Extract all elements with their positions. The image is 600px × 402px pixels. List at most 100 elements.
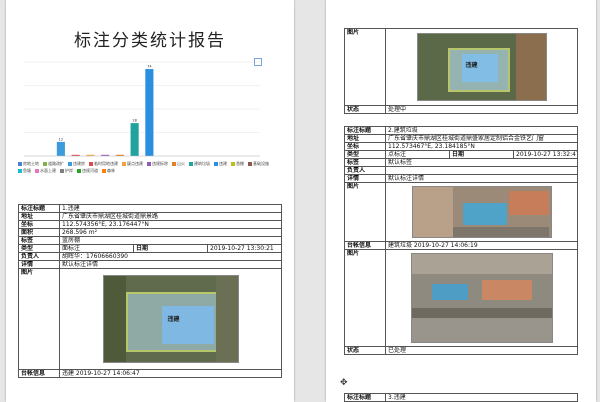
legend-item[interactable]: 水面上建: [35, 167, 56, 174]
chart-bar: [130, 123, 139, 156]
legend-label: 基础设施: [253, 161, 269, 166]
field-value: 胡晖华：17606660390: [59, 252, 282, 261]
ground-strip: [452, 227, 549, 237]
person-row: 负责人: [344, 166, 578, 175]
ground-strip: [411, 254, 552, 274]
field-key: 标注标题: [344, 126, 386, 135]
legend-item[interactable]: 房地土地: [18, 160, 39, 167]
field-key: 类型: [344, 150, 386, 159]
field-key: 图片: [344, 28, 386, 106]
legend-item[interactable]: 临时用地违建: [89, 160, 118, 167]
ground-strip: [411, 318, 552, 342]
legend-label: 违规河道: [82, 168, 98, 173]
field-value: [385, 166, 578, 175]
field-key: 详情: [344, 174, 386, 183]
legend-item[interactable]: 森林: [102, 167, 115, 174]
field-key: 台帐信息: [344, 241, 386, 250]
photo-row: 图片 违建: [344, 28, 578, 106]
legend-swatch: [18, 162, 22, 166]
field-row: 面积 268.596 m²: [18, 228, 282, 237]
legend-item[interactable]: 违规河道: [77, 167, 98, 174]
legend-swatch: [35, 169, 39, 173]
legend-item[interactable]: 护岸: [60, 167, 73, 174]
field-row: 坐标 112.574356°E, 23.176447°N: [18, 220, 282, 229]
bar-data-label: 28: [132, 119, 136, 123]
field-key: 状态: [344, 346, 386, 355]
legend-item[interactable]: 渔棚: [231, 160, 244, 167]
person-row: 负责人 胡晖华：17606660390: [18, 252, 282, 261]
marked-area: [161, 306, 214, 344]
legend-label: 山火: [177, 161, 185, 166]
field-value: 违建 2019-10-27 14:06:47: [59, 369, 282, 378]
aerial-photo: 违建: [416, 33, 547, 101]
field-row: 标注标题 2.建筑垃圾: [344, 126, 578, 135]
legend-item[interactable]: 鱼塘: [18, 167, 31, 174]
chart-legend: 房地土地 道路改扩 违建房 临时用地违建 疑点违建 违规拆除 山火 建筑垃圾 违建 渔棚 基础设施鱼…: [18, 160, 280, 182]
field-value: 2019-10-27 13:32:47: [513, 150, 578, 159]
legend-label: 建筑垃圾: [194, 161, 210, 166]
legend-label: 护岸: [65, 168, 73, 173]
field-value: 已处理: [385, 346, 578, 355]
status-row: 状态 处理中: [344, 105, 578, 114]
field-key: 图片: [18, 268, 60, 370]
legend-swatch: [172, 162, 176, 166]
legend-label: 疑点违建: [127, 161, 143, 166]
legend-label: 森林: [107, 168, 115, 173]
ground-strip: [215, 276, 238, 362]
blue-tarp: [462, 203, 507, 225]
legend-swatch: [248, 162, 252, 166]
legend-swatch: [18, 169, 22, 173]
ground-strip: [412, 187, 453, 237]
chart-bar: [145, 69, 154, 156]
type-row: 类型 点标注 日期 2019-10-27 13:32:47: [344, 150, 578, 159]
legend-item[interactable]: 山火: [172, 160, 185, 167]
legend-item[interactable]: 违规拆除: [147, 160, 168, 167]
legend-swatch: [89, 162, 93, 166]
field-key: 地址: [344, 134, 386, 143]
blue-tarp: [431, 284, 468, 300]
detail-row: 详情 默认标注详情: [344, 174, 578, 183]
chart-expand-icon[interactable]: [254, 58, 262, 66]
field-key: 面积: [18, 228, 60, 237]
legend-item[interactable]: 道路改扩: [43, 160, 64, 167]
ledger-row: 台帐信息 违建 2019-10-27 14:06:47: [18, 369, 282, 378]
photo-row: 图片: [344, 182, 578, 242]
photo-cell: [385, 249, 578, 347]
legend-item[interactable]: 基础设施: [248, 160, 269, 167]
field-key: 标注标题: [344, 393, 386, 402]
record-1-continued-table: 图片 违建 状态 处理中: [344, 28, 578, 114]
bar-data-label: 12: [59, 137, 63, 141]
field-value: 默认标注详情: [385, 174, 578, 183]
record-1-table: 标注标题 1.违建 地址 广东省肇庆市鼎湖区桂城街道鼎景路 坐标 112.574356°E…: [18, 204, 282, 378]
legend-item[interactable]: 违建: [214, 160, 227, 167]
field-key: 图片: [344, 249, 386, 347]
legend-item[interactable]: 建筑垃圾: [189, 160, 210, 167]
field-key: 台帐信息: [18, 369, 60, 378]
photo-row: 图片: [344, 249, 578, 347]
aerial-photo: 违建: [102, 275, 239, 363]
title-row: 标注标题 3.违建: [344, 393, 578, 402]
photo-label: 违建: [465, 62, 478, 69]
legend-label: 水面上建: [40, 168, 56, 173]
legend-swatch: [214, 162, 218, 166]
field-key: 坐标: [344, 142, 386, 151]
legend-label: 违规拆除: [152, 161, 168, 166]
field-key: 类型: [18, 244, 60, 253]
field-value: 2.建筑垃圾: [385, 126, 578, 135]
field-row: 标注标题 1.违建: [18, 204, 282, 213]
field-value: 3.违建: [385, 393, 578, 402]
field-key: 地址: [18, 212, 60, 221]
legend-item[interactable]: 疑点违建: [122, 160, 143, 167]
field-value: 广东省肇庆市鼎湖区桂城街道鼎盛家居定制铝合金铁艺门窗: [385, 134, 578, 143]
field-value: 面标注: [59, 244, 134, 253]
legend-item[interactable]: 违建房: [68, 160, 85, 167]
field-value: 2019-10-27 13:30:21: [207, 244, 282, 253]
legend-swatch: [189, 162, 193, 166]
ledger-row: 台帐信息 建筑垃圾 2019-10-27 14:06:19: [344, 241, 578, 250]
field-value: 点标注: [385, 150, 450, 159]
legend-swatch: [231, 162, 235, 166]
field-key: 状态: [344, 105, 386, 114]
right-document-page: 图片 违建 状态 处理中 标注标题 2.建筑垃圾 地址 广东省肇庆市鼎湖区桂城街道鼎盛…: [326, 0, 596, 402]
field-key: 详情: [18, 260, 60, 269]
field-key: 日期: [133, 244, 208, 253]
